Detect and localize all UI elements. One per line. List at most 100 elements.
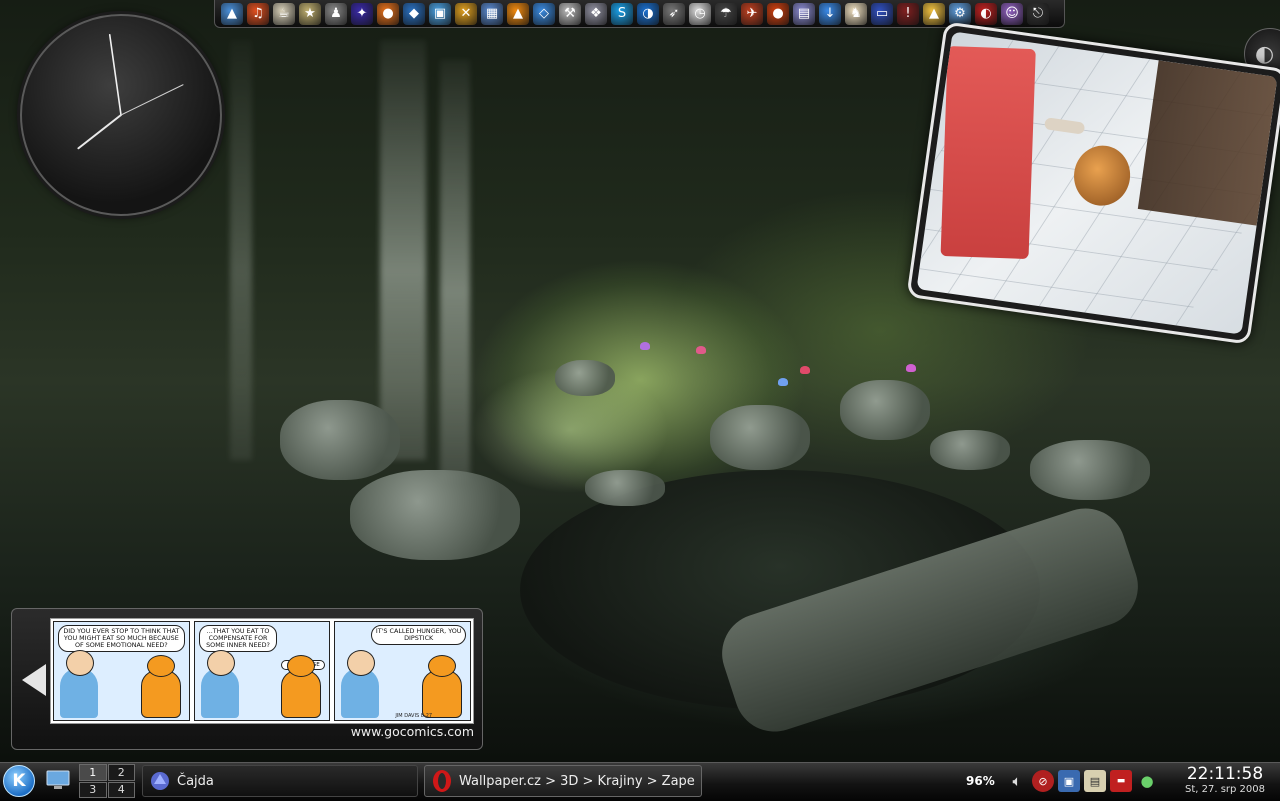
speech-bubble: ...THAT YOU EAT TO COMPENSATE FOR SOME I… — [198, 625, 278, 652]
shoe-shelf — [1137, 60, 1278, 226]
gun-game-icon[interactable]: ➶ — [663, 2, 685, 25]
system-tray: 96% 🔈︎ ⊘ ▣ ▤ ▬ ● — [966, 766, 1168, 796]
arch-icon[interactable]: ▲ — [221, 2, 243, 25]
comic-previous-arrow-icon[interactable] — [22, 664, 46, 696]
volume-icon[interactable]: 🔈︎ — [1006, 770, 1028, 792]
rock — [1030, 440, 1150, 500]
waterfall — [440, 60, 470, 480]
update-icon[interactable]: ▣ — [1058, 770, 1080, 792]
keyboard-layout-icon[interactable]: ▬ — [1110, 770, 1132, 792]
red-shield-icon[interactable]: ◐ — [975, 2, 997, 25]
exit-icon[interactable]: ⎋ — [1027, 2, 1049, 25]
monitor-icon — [46, 770, 70, 789]
network-icon[interactable]: ⊘ — [1032, 770, 1054, 792]
rock — [555, 360, 615, 396]
waterfall — [380, 40, 426, 460]
task-label: Wallpaper.cz > 3D > Krajiny > Zape — [459, 773, 695, 789]
waterfall — [230, 40, 252, 460]
mushroom — [696, 346, 706, 354]
rock — [840, 380, 930, 440]
mushroom — [906, 364, 916, 372]
clock-app-icon[interactable]: ◷ — [689, 2, 711, 25]
vlc-icon[interactable]: ▲ — [507, 2, 529, 25]
rock — [350, 470, 520, 560]
minute-hand — [108, 33, 122, 116]
battery-indicator[interactable]: 96% — [966, 770, 1002, 792]
browser-icon[interactable]: ◑ — [637, 2, 659, 25]
comic-panel: DID YOU EVER STOP TO THINK THAT YOU MIGH… — [53, 621, 190, 721]
comic-panel: IT'S CALLED HUNGER, YOU DIPSTICK JIM DAV… — [334, 621, 472, 721]
show-desktop-button[interactable] — [44, 768, 72, 792]
jon-figure — [341, 650, 380, 718]
hammer-icon[interactable]: ⚒ — [559, 2, 581, 25]
clipboard-icon[interactable]: ▤ — [1084, 770, 1106, 792]
garfield-figure — [140, 655, 181, 718]
download-icon[interactable]: ↓ — [819, 2, 841, 25]
skype-icon[interactable]: S — [611, 2, 633, 25]
space-icon[interactable]: ✦ — [351, 2, 373, 25]
red-chair — [940, 46, 1036, 260]
document-icon[interactable]: ▣ — [429, 2, 451, 25]
opera-icon — [433, 770, 451, 792]
desktop-pager: 1234 — [79, 764, 135, 798]
task-cajda[interactable]: Čajda — [142, 765, 418, 797]
wireless-icon[interactable]: ● — [1136, 770, 1158, 792]
stellarium-icon[interactable]: ★ — [299, 2, 321, 25]
mushroom — [640, 342, 650, 350]
thought-bubble: IT'S CALLED HUNGER, YOU DIPSTICK — [371, 625, 467, 645]
rock — [585, 470, 665, 506]
picture-frame-widget[interactable] — [906, 21, 1280, 345]
digital-clock[interactable]: 22:11:58 St, 27. srp 2008 — [1172, 764, 1278, 798]
cashew-icon: ◐ — [1255, 41, 1275, 67]
wrench-icon[interactable]: ⚙ — [949, 2, 971, 25]
mushroom — [778, 378, 788, 386]
hour-hand — [77, 114, 122, 150]
game-figure-icon[interactable]: ♟ — [325, 2, 347, 25]
red-circle-icon[interactable]: ● — [767, 2, 789, 25]
launcher-bar: ▲ ♫ ☕ ★ ♟ ✦ ● ◆ ▣ ✕ ▦ ▲ ◇ ⚒ ❖ S ◑ ➶ ◷ ☂ ✈ ● ▤ ↓ ♞ ▭! ▲ ⚙ ◐ ☺ ⎋ — [214, 0, 1065, 28]
rock — [280, 400, 400, 480]
purple-face-icon[interactable]: ☺ — [1001, 2, 1023, 25]
jon-figure — [200, 650, 239, 718]
garfield-figure — [422, 655, 463, 718]
comic-panel: ...THAT YOU EAT TO COMPENSATE FOR SOME I… — [193, 621, 331, 721]
rocket-icon[interactable]: ✈ — [741, 2, 763, 25]
garfield-figure — [281, 655, 322, 718]
pager-desktop-1[interactable]: 1 — [79, 764, 107, 781]
mushroom — [800, 366, 810, 374]
globe-icon[interactable]: ◆ — [403, 2, 425, 25]
pager-desktop-4[interactable]: 4 — [107, 781, 135, 798]
tux-icon[interactable]: ▲ — [923, 2, 945, 25]
package-icon[interactable]: ◇ — [533, 2, 555, 25]
grid-app-icon[interactable]: ▦ — [481, 2, 503, 25]
tools-icon[interactable]: ✕ — [455, 2, 477, 25]
photo-cat-hallway — [916, 31, 1278, 335]
comic-source-link[interactable]: www.gocomics.com — [300, 724, 474, 739]
clock-face — [77, 33, 184, 150]
kmenu-button[interactable]: K — [3, 765, 35, 797]
kde-dragon-icon — [151, 772, 169, 790]
pager-desktop-3[interactable]: 3 — [79, 781, 107, 798]
clock-date: St, 27. srp 2008 — [1184, 784, 1265, 795]
comic-signature: JIM DAVIS 8-27 — [395, 713, 433, 719]
penguin-icon[interactable]: ♞ — [845, 2, 867, 25]
warning-app-icon[interactable]: ! — [897, 2, 919, 25]
java-icon[interactable]: ☕ — [273, 2, 295, 25]
comic-strip[interactable]: DID YOU EVER STOP TO THINK THAT YOU MIGH… — [50, 618, 474, 724]
firefox-icon[interactable]: ● — [377, 2, 399, 25]
jon-figure — [60, 650, 98, 718]
second-hand — [120, 84, 184, 116]
rock — [710, 405, 810, 470]
terminal-icon[interactable]: ▤ — [793, 2, 815, 25]
rock — [930, 430, 1010, 470]
task-opera-browser[interactable]: Wallpaper.cz > 3D > Krajiny > Zape — [424, 765, 702, 797]
umbrella-icon[interactable]: ☂ — [715, 2, 737, 25]
gimp-icon[interactable]: ❖ — [585, 2, 607, 25]
pager-desktop-2[interactable]: 2 — [107, 764, 135, 781]
speech-bubble: DID YOU EVER STOP TO THINK THAT YOU MIGH… — [58, 625, 185, 652]
clock-time: 22:11:58 — [1186, 764, 1264, 784]
desktop-icon[interactable]: ▭ — [871, 2, 893, 25]
analog-clock-widget[interactable] — [20, 14, 222, 216]
task-label: Čajda — [177, 773, 214, 789]
audio-player-icon[interactable]: ♫ — [247, 2, 269, 25]
